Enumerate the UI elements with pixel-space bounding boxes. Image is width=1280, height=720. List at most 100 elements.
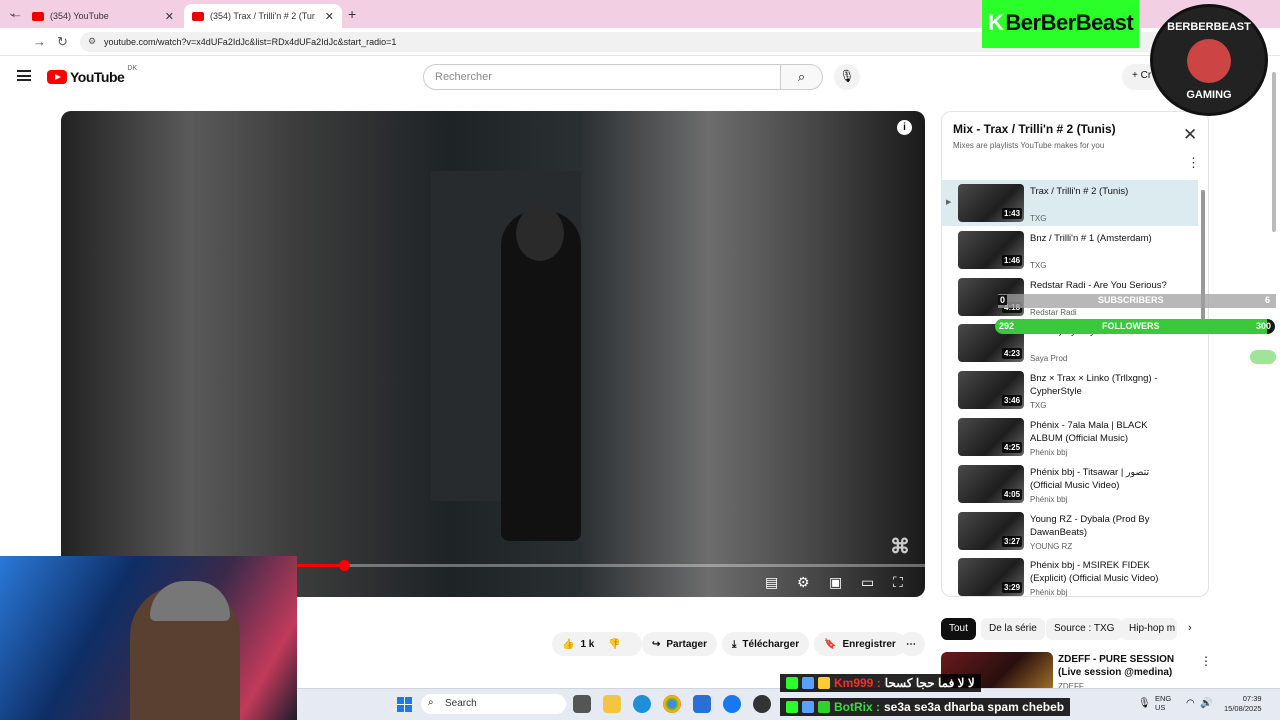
playlist-menu-icon[interactable]: ⋮ [1187,155,1200,171]
download-icon: ⤓ [732,638,737,650]
voice-search-button[interactable]: 🎙 [834,64,860,90]
file-explorer-icon[interactable] [603,695,621,713]
playlist-item-title[interactable]: Bnz / Trilli'n # 1 (Amsterdam) [1030,232,1170,245]
playlist-item[interactable]: 4:05 Phénix bbj - Titsawar | تتصور (Offic… [942,461,1198,507]
subtitles-icon[interactable]: ▤ [765,574,778,591]
theater-mode-icon[interactable]: ▭ [861,574,874,591]
create-label: + Cr [1132,70,1152,81]
share-button[interactable]: ↪ Partager [642,632,717,656]
chip-hiphop[interactable]: Hip-hop m [1121,618,1177,640]
playlist-item-channel[interactable]: Phénix bbj [1030,448,1067,457]
reload-icon[interactable]: ↻ [57,34,68,50]
more-actions-button[interactable]: ⋯ [899,632,925,656]
browser-tab-youtube[interactable]: (354) YouTube ✕ [24,4,182,28]
playlist-item-channel[interactable]: Phénix bbj [1030,588,1067,597]
facebook-icon[interactable] [723,695,741,713]
chat-badge-icon [818,677,830,689]
hamburger-menu-icon[interactable] [17,70,31,81]
chat-badge-icon [818,701,830,713]
emblem-skull-icon [1187,39,1231,83]
video-progress-bar[interactable] [297,560,925,571]
playlist-item[interactable]: 1:46 Bnz / Trilli'n # 1 (Amsterdam) TXG [942,227,1198,273]
like-count[interactable]: 1 k [580,639,594,650]
settings-gear-icon[interactable]: ⚙ [797,574,810,591]
task-view-icon[interactable] [573,695,591,713]
page-scrollbar-thumb[interactable] [1272,72,1276,232]
playlist-item[interactable]: 3:29 Phénix bbj - MSIREK FIDEK (Explicit)… [942,554,1198,600]
playlist-item-title[interactable]: Phénix bbj - MSIREK FIDEK (Explicit) (Of… [1030,559,1170,585]
followers-label: FOLLOWERS [1102,321,1160,331]
youtube-favicon-icon [192,11,204,21]
playlist-title[interactable]: Mix - Trax / Trilli'n # 2 (Tunis) [953,122,1116,136]
site-info-icon[interactable]: ⚙ [88,36,96,47]
taskbar-search[interactable]: Search [421,694,566,714]
emblem-top-text: BERBERBEAST [1167,21,1251,33]
search-input[interactable]: Rechercher [423,64,781,90]
video-player[interactable] [61,111,925,597]
playlist-item[interactable]: 4:25 Phénix - 7ala Mala | BLACK ALBUM (Of… [942,414,1198,460]
volume-icon[interactable]: 🔊 [1200,698,1212,709]
recommendation-menu-icon[interactable]: ⋮ [1200,654,1212,668]
playlist-item-title[interactable]: Young RZ - Dybala (Prod By DawanBeats) [1030,513,1170,539]
playlist-item[interactable]: ▶ 1:43 Trax / Trilli'n # 2 (Tunis) TXG [942,180,1198,226]
playlist-item-channel[interactable]: TXG [1030,261,1046,270]
back-icon[interactable]: ← [10,6,23,21]
playlist-item-channel[interactable]: YOUNG RZ [1030,542,1072,551]
chip-all[interactable]: Tout [941,618,976,640]
close-tab-icon[interactable]: ✕ [325,10,334,23]
playlist-item-title[interactable]: Redstar Radi - Are You Serious? [1030,279,1170,292]
like-icon[interactable]: 👍 [562,639,574,650]
playlist-item-channel[interactable]: TXG [1030,401,1046,410]
brand-name: BerBerBeast [1005,10,1134,35]
youtube-logo[interactable]: YouTube DK [47,65,137,85]
playlist-item-channel[interactable]: Redstar Radi [1030,308,1077,317]
download-button[interactable]: ⤓ Télécharger [722,632,810,656]
recommendation-title[interactable]: ZDEFF - PURE SESSION (Live session @medi… [1058,653,1198,679]
playlist-item-channel[interactable]: Saya Prod [1030,354,1067,363]
playlist-item-channel[interactable]: TXG [1030,214,1046,223]
lang-code: ENG [1155,694,1172,703]
info-icon[interactable]: i [897,120,912,135]
edge-browser-icon[interactable] [633,695,651,713]
lang-region: US [1155,703,1166,712]
youtube-favicon-icon [32,11,44,21]
forward-icon[interactable]: → [33,34,46,49]
miniplayer-icon[interactable]: ▣ [829,574,842,591]
playlist-scrollbar[interactable] [1200,180,1206,593]
chrome-browser-icon[interactable] [663,695,681,713]
microphone-tray-icon[interactable]: 🎙 [1138,698,1151,709]
chat-text: لا لا فما حجا كسحا [884,676,975,690]
playlist-subtitle: Mixes are playlists YouTube makes for yo… [953,141,1105,150]
obs-icon[interactable] [753,695,771,713]
playlist-item-title[interactable]: Phénix bbj - Titsawar | تتصور (Official … [1030,466,1170,492]
playlist-item[interactable]: 3:46 Bnz × Trax × Linko (Trllxgng) - Cyph… [942,367,1198,413]
chips-next-icon[interactable]: › [1188,622,1192,634]
chip-series[interactable]: De la série [981,618,1045,640]
playlist-item-title[interactable]: Bnz × Trax × Linko (Trllxgng) - CypherSt… [1030,372,1170,398]
taskbar-clock[interactable]: 07:39 15/08/2025 [1224,694,1262,714]
chip-source[interactable]: Source : TXG [1046,618,1123,640]
page-scrollbar[interactable] [1270,62,1278,242]
playlist-item-title[interactable]: Phénix - 7ala Mala | BLACK ALBUM (Offici… [1030,419,1170,445]
playlist-item-channel[interactable]: Phénix bbj [1030,495,1067,504]
chat-badge-icon [786,677,798,689]
search-button[interactable]: ⌕ [781,64,823,90]
stream-brand-banner: KBerBerBeast [982,0,1140,48]
duration-badge: 3:27 [1002,535,1023,547]
windows-start-icon[interactable] [397,697,412,712]
close-tab-icon[interactable]: ✕ [165,10,174,23]
download-label: Télécharger [742,638,800,650]
close-playlist-icon[interactable]: ✕ [1183,125,1197,145]
playlist-item[interactable]: 3:27 Young RZ - Dybala (Prod By DawanBeat… [942,508,1198,554]
save-button[interactable]: 🔖 Enregistrer [814,632,906,656]
language-indicator[interactable]: ENG US [1155,694,1171,712]
playlist-item-title[interactable]: Trax / Trilli'n # 2 (Tunis) [1030,185,1170,198]
wifi-icon[interactable]: ◠ [1186,698,1195,709]
fullscreen-icon[interactable]: ⛶ [893,574,903,591]
store-icon[interactable] [693,695,711,713]
save-label: Enregistrer [842,638,896,650]
browser-tab-trax[interactable]: (354) Trax / Trilli'n # 2 (Tunis) - Yo ✕ [184,4,342,28]
taskbar-search-icon: ⌕ [428,697,434,708]
dislike-icon[interactable]: 👎 [608,639,620,650]
new-tab-icon[interactable]: + [348,6,356,22]
